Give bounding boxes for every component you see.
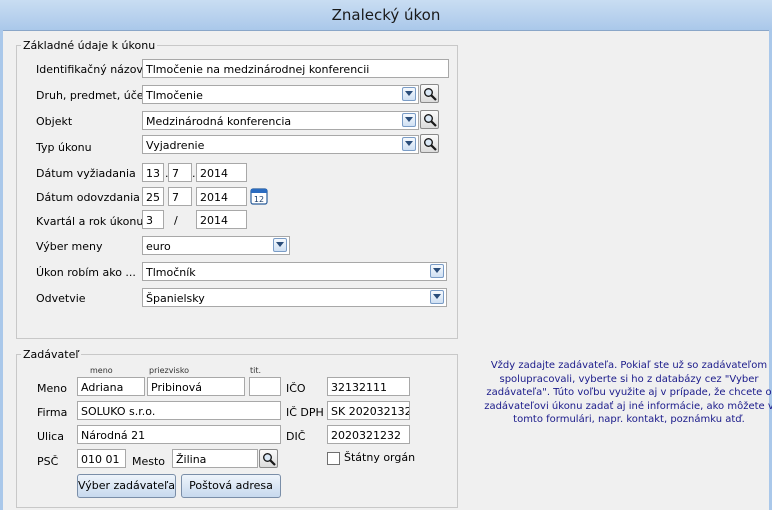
dic-label: DIČ bbox=[286, 430, 306, 443]
date-separator: . bbox=[192, 167, 196, 180]
window-frame-left bbox=[0, 30, 3, 510]
magnifier-icon bbox=[424, 114, 437, 127]
company-field[interactable]: SOLUKO s.r.o. bbox=[77, 401, 281, 420]
currency-select[interactable]: euro bbox=[142, 236, 290, 255]
magnifier-icon bbox=[263, 453, 276, 466]
branch-label: Odvetvie bbox=[36, 292, 86, 305]
type-select[interactable]: Vyjadrenie bbox=[142, 135, 419, 154]
delivered-year-field[interactable]: 2014 bbox=[196, 187, 247, 206]
magnifier-icon bbox=[424, 138, 437, 151]
chevron-down-icon bbox=[276, 242, 284, 247]
select-requester-button[interactable]: Výber zadávateľa bbox=[77, 474, 176, 498]
object-label: Objekt bbox=[36, 115, 73, 128]
chevron-down-icon bbox=[433, 268, 441, 273]
magnifier-icon bbox=[424, 88, 437, 101]
delivered-month-field[interactable]: 7 bbox=[168, 187, 192, 206]
title-caption: tit. bbox=[250, 366, 262, 375]
calendar-icon: 12 bbox=[250, 188, 268, 205]
psc-label: PSČ bbox=[37, 455, 59, 468]
ico-label: IČO bbox=[286, 382, 306, 395]
window-title: Znalecký úkon bbox=[331, 6, 441, 24]
chevron-down-icon bbox=[433, 294, 441, 299]
requested-year-field[interactable]: 2014 bbox=[196, 163, 247, 182]
last-name-caption: priezvisko bbox=[149, 366, 190, 375]
psc-field[interactable]: 010 01 bbox=[77, 449, 126, 468]
quarter-separator: / bbox=[174, 214, 178, 227]
title-bar: Znalecký úkon bbox=[0, 0, 772, 31]
delivered-date-label: Dátum odovzdania bbox=[36, 191, 140, 204]
requested-month-field[interactable]: 7 bbox=[168, 163, 192, 182]
kind-label: Druh, predmet, účel bbox=[36, 89, 147, 102]
svg-text:12: 12 bbox=[254, 195, 264, 204]
chevron-down-icon bbox=[405, 117, 413, 122]
requester-info-text: Vždy zadajte zadávateľa. Pokiaľ ste už s… bbox=[484, 360, 772, 425]
state-org-checkbox[interactable] bbox=[327, 452, 340, 465]
object-select[interactable]: Medzinárodná konferencia bbox=[142, 111, 419, 130]
chevron-down-icon bbox=[405, 141, 413, 146]
chevron-down-icon bbox=[405, 91, 413, 96]
icdph-label: IČ DPH bbox=[286, 406, 324, 419]
requested-date-label: Dátum vyžiadania bbox=[36, 167, 136, 180]
icdph-field[interactable]: SK 2020321321 bbox=[327, 401, 410, 420]
quarter-label: Kvartál a rok úkonu bbox=[36, 215, 144, 228]
type-dropdown-button[interactable] bbox=[402, 137, 416, 151]
city-label: Mesto bbox=[132, 455, 166, 468]
basic-info-legend: Základné údaje k úkonu bbox=[21, 39, 158, 52]
object-dropdown-button[interactable] bbox=[402, 113, 416, 127]
last-name-field[interactable]: Pribinová bbox=[147, 377, 245, 396]
requester-legend: Zadávateľ bbox=[21, 348, 82, 361]
kind-search-button[interactable] bbox=[420, 84, 439, 103]
quarter-year-field[interactable]: 2014 bbox=[196, 210, 247, 229]
postal-address-button[interactable]: Poštová adresa bbox=[181, 474, 281, 498]
city-field[interactable]: Žilina bbox=[172, 449, 258, 468]
street-field[interactable]: Národná 21 bbox=[77, 425, 281, 444]
branch-select[interactable]: Španielsky bbox=[142, 288, 447, 307]
title-field[interactable] bbox=[249, 377, 281, 396]
quarter-field[interactable]: 3 bbox=[142, 210, 164, 229]
requested-day-field[interactable]: 13 bbox=[142, 163, 164, 182]
type-label: Typ úkonu bbox=[36, 141, 92, 154]
first-name-caption: meno bbox=[90, 366, 113, 375]
role-label: Úkon robím ako ... bbox=[36, 266, 136, 279]
currency-dropdown-button[interactable] bbox=[273, 238, 287, 252]
currency-label: Výber meny bbox=[36, 240, 103, 253]
id-name-label: Identifikačný názov bbox=[36, 63, 143, 76]
kind-dropdown-button[interactable] bbox=[402, 87, 416, 101]
kind-select[interactable]: Tlmočenie bbox=[142, 85, 419, 104]
company-label: Firma bbox=[37, 406, 68, 419]
role-select[interactable]: Tlmočník bbox=[142, 262, 447, 281]
state-org-label: Štátny orgán bbox=[344, 451, 416, 464]
type-search-button[interactable] bbox=[420, 134, 439, 153]
calendar-button[interactable]: 12 bbox=[250, 187, 268, 205]
branch-dropdown-button[interactable] bbox=[430, 290, 444, 304]
city-search-button[interactable] bbox=[259, 449, 278, 468]
name-label: Meno bbox=[37, 382, 67, 395]
ico-field[interactable]: 32132111 bbox=[327, 377, 410, 396]
dic-field[interactable]: 2020321232 bbox=[327, 425, 410, 444]
object-search-button[interactable] bbox=[420, 110, 439, 129]
street-label: Ulica bbox=[37, 430, 64, 443]
first-name-field[interactable]: Adriana bbox=[77, 377, 145, 396]
delivered-day-field[interactable]: 25 bbox=[142, 187, 164, 206]
role-dropdown-button[interactable] bbox=[430, 264, 444, 278]
id-name-field[interactable]: Tlmočenie na medzinárodnej konferencii bbox=[142, 59, 449, 78]
